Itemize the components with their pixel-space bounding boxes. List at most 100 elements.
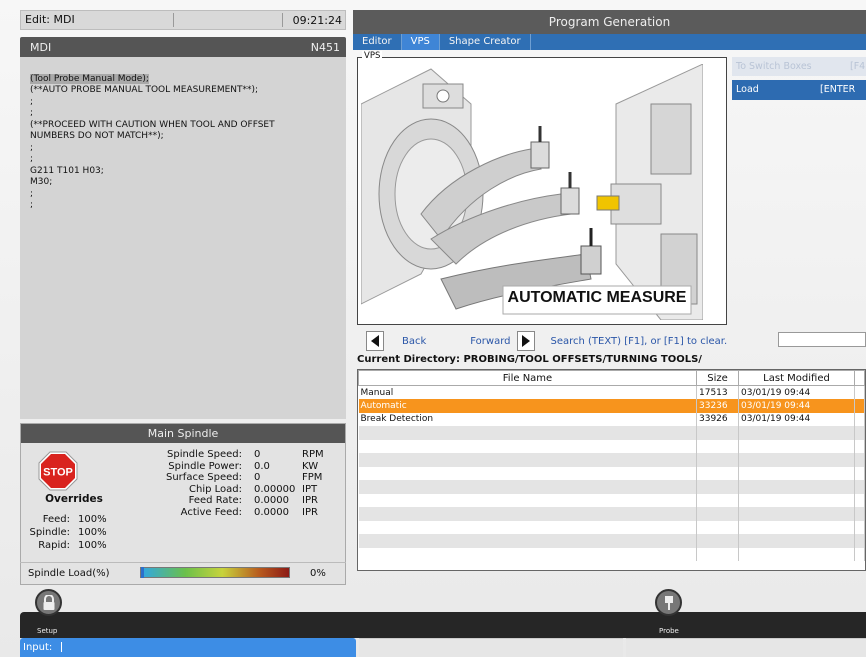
bottom-toolbar	[20, 612, 866, 638]
spindle-stat-unit: IPT	[302, 483, 318, 495]
override-labels: Feed: Spindle: Rapid:	[22, 513, 70, 552]
message-box	[359, 638, 623, 657]
spindle-stat-value: 0.0	[254, 460, 270, 472]
back-link[interactable]: Back	[402, 336, 426, 347]
mdi-line[interactable]: ;	[30, 154, 33, 164]
spindle-load-label: Spindle Load(%)	[28, 568, 110, 579]
input-label: Input:	[23, 642, 53, 653]
mdi-line[interactable]: ;	[30, 189, 33, 199]
spindle-load-value: 0%	[310, 568, 326, 579]
mdi-line[interactable]: (**AUTO PROBE MANUAL TOOL MEASUREMENT**)…	[30, 85, 258, 95]
vps-frame-label: VPS	[362, 51, 383, 61]
load-key: [ENTER	[820, 84, 856, 95]
tab-vps[interactable]: VPS	[401, 34, 440, 50]
program-generation-title: Program Generation	[353, 10, 866, 34]
status-bar-spacer	[174, 13, 283, 27]
spindle-stat-value: 0	[254, 472, 261, 484]
spindle-stat-label: Feed Rate:	[188, 495, 242, 507]
empty-cell	[854, 399, 865, 413]
mdi-line[interactable]: (Tool Probe Manual Mode);	[30, 73, 149, 84]
spindle-stat-label: Surface Speed:	[166, 472, 242, 484]
table-row[interactable]: Manual 17513 03/01/19 09:44	[358, 385, 865, 399]
mdi-line[interactable]: NUMBERS DO NOT MATCH**);	[30, 131, 164, 141]
spindle-stat-values: 0 0.0 0 0.00000 0.0000 0.0000	[254, 449, 304, 519]
switch-boxes-label: To Switch Boxes	[736, 61, 812, 72]
mdi-line[interactable]: ;	[30, 200, 33, 210]
back-arrow-icon[interactable]	[366, 331, 384, 351]
empty-row	[358, 507, 865, 521]
column-header-last-modified[interactable]: Last Modified	[738, 370, 855, 386]
vps-illustration: AUTOMATIC MEASURE	[361, 64, 703, 320]
mdi-program-text[interactable]: (Tool Probe Manual Mode); (**AUTO PROBE …	[20, 57, 346, 419]
switch-boxes-button[interactable]: To Switch Boxes [F4	[732, 57, 866, 76]
table-row[interactable]: Break Detection 33926 03/01/19 09:44	[358, 412, 865, 426]
column-header-size[interactable]: Size	[696, 370, 739, 386]
load-label: Load	[736, 84, 759, 95]
probe-icon[interactable]	[655, 589, 682, 616]
tab-editor[interactable]: Editor	[353, 34, 402, 50]
empty-cell	[854, 385, 865, 399]
lock-icon[interactable]	[35, 589, 62, 616]
mdi-block-number: N451	[310, 40, 340, 54]
spindle-stat-value: 0.00000	[254, 483, 296, 495]
load-button[interactable]: Load [ENTER	[732, 80, 866, 100]
spindle-stat-label: Spindle Power:	[168, 460, 242, 472]
table-row-selected[interactable]: Automatic 33236 03/01/19 09:44	[358, 399, 865, 413]
column-header-extra	[854, 370, 865, 386]
spindle-stat-value: 0.0000	[254, 495, 289, 507]
empty-row	[358, 520, 865, 534]
spindle-stat-units: RPM KW FPM IPT IPR IPR	[302, 449, 342, 519]
mdi-title: MDI	[30, 40, 52, 54]
spindle-stat-labels: Spindle Speed: Spindle Power: Surface Sp…	[148, 449, 242, 519]
tab-bar: Editor VPS Shape Creator	[353, 34, 866, 50]
mdi-line[interactable]: (**PROCEED WITH CAUTION WHEN TOOL AND OF…	[30, 120, 275, 130]
search-input[interactable]	[778, 332, 866, 347]
spindle-stat-value: 0	[254, 449, 261, 460]
spindle-stat-label: Active Feed:	[180, 506, 242, 518]
current-directory-label: Current Directory:	[357, 354, 460, 365]
input-field[interactable]: Input:	[20, 638, 356, 657]
spindle-load-marker	[141, 567, 144, 578]
empty-row	[358, 466, 865, 480]
empty-cell	[854, 412, 865, 426]
override-values: 100% 100% 100%	[78, 513, 128, 552]
probe-button[interactable]	[655, 589, 685, 616]
spindle-stat-unit: RPM	[302, 449, 324, 460]
mdi-line[interactable]: G211 T101 H03;	[30, 166, 104, 176]
probe-label[interactable]: Probe	[659, 627, 679, 635]
status-bar: Edit: MDI 09:21:24	[20, 10, 346, 30]
main-spindle-title: Main Spindle	[21, 424, 345, 443]
mdi-line[interactable]: ;	[30, 143, 33, 153]
column-header-file-name[interactable]: File Name	[358, 370, 697, 386]
mdi-line[interactable]: M30;	[30, 177, 52, 187]
file-name-cell[interactable]: Automatic	[358, 399, 697, 413]
spindle-stat-label: Chip Load:	[189, 483, 242, 495]
mdi-line[interactable]: ;	[30, 97, 33, 107]
setup-label[interactable]: Setup	[37, 627, 57, 635]
table-header-row: File Name Size Last Modified	[358, 370, 865, 386]
tab-shape-creator[interactable]: Shape Creator	[440, 34, 531, 50]
stop-label: STOP	[43, 467, 73, 479]
override-value: 100%	[78, 527, 107, 538]
empty-row	[358, 480, 865, 494]
file-name-cell[interactable]: Manual	[358, 385, 697, 399]
file-size-cell: 33236	[696, 399, 739, 413]
forward-link[interactable]: Forward	[470, 336, 510, 347]
file-size-cell: 33926	[696, 412, 739, 426]
spindle-stat-unit: FPM	[302, 472, 323, 484]
override-value: 100%	[78, 514, 107, 525]
file-table: File Name Size Last Modified Manual 1751…	[357, 369, 866, 571]
stop-sign-icon: STOP	[38, 451, 78, 491]
mdi-line[interactable]: ;	[30, 108, 33, 118]
file-modified-cell: 03/01/19 09:44	[738, 385, 855, 399]
mode-title: Edit: MDI	[21, 13, 174, 27]
spindle-load-bar	[140, 567, 290, 578]
spindle-stat-unit: KW	[302, 460, 319, 472]
setup-button[interactable]	[35, 589, 65, 616]
empty-row	[358, 439, 865, 453]
empty-row	[358, 534, 865, 548]
search-hint: Search (TEXT) [F1], or [F1] to clear.	[550, 335, 728, 347]
file-name-cell[interactable]: Break Detection	[358, 412, 697, 426]
forward-arrow-icon[interactable]	[516, 331, 535, 351]
current-directory-path: PROBING/TOOL OFFSETS/TURNING TOOLS/	[463, 354, 702, 365]
